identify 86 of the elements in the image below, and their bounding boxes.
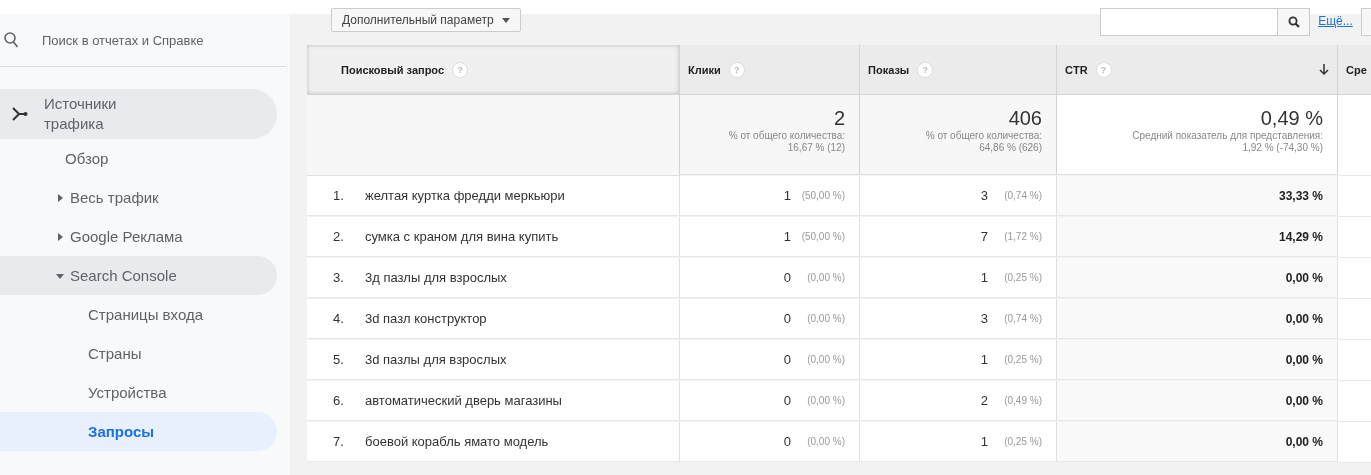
impressions-share: (0,25 %): [1003, 354, 1042, 365]
summary-detail: 64,86 % (626): [979, 142, 1042, 154]
column-header[interactable]: CTR ?: [1057, 45, 1338, 95]
nav-item[interactable]: Search Console: [0, 256, 277, 295]
query-link[interactable]: 3d пазл конструктор: [365, 311, 487, 326]
summary-value: 0,49 %: [1260, 107, 1323, 130]
impressions-share: (1,72 %): [1003, 231, 1042, 242]
nav-item[interactable]: Весь трафик: [0, 178, 277, 217]
clicks-value: 0: [783, 393, 791, 408]
clicks-value: 0: [783, 434, 791, 449]
clicks-value: 1: [783, 229, 791, 244]
nav-item[interactable]: Устройства: [0, 373, 277, 412]
row-number: 6.: [333, 393, 345, 408]
impressions-share: (0,74 %): [1003, 190, 1042, 201]
impressions-value: 3: [980, 188, 988, 203]
search-icon: [4, 32, 18, 48]
ctr-value: 0,00 %: [1285, 270, 1323, 285]
ctr-value: 14,29 %: [1278, 229, 1323, 244]
summary-note: % от общего количества:: [728, 130, 845, 142]
search-button[interactable]: [1277, 9, 1310, 35]
row-number: 3.: [333, 270, 345, 285]
caret-right-icon: [56, 232, 64, 241]
impressions-share: (0,74 %): [1003, 313, 1042, 324]
clicks-value: 0: [783, 352, 791, 367]
nav-item[interactable]: Обзор: [0, 139, 277, 178]
clicks-value: 1: [783, 188, 791, 203]
summary-note: Средний показатель для представления:: [1132, 130, 1323, 142]
caret-right-icon: [56, 193, 64, 202]
caret-down-icon: [501, 17, 510, 23]
impressions-share: (0,25 %): [1003, 272, 1042, 283]
clicks-value: 0: [783, 311, 791, 326]
nav-item[interactable]: Страны: [0, 334, 277, 373]
impressions-value: 1: [980, 434, 988, 449]
query-link[interactable]: сумка с краном для вина купить: [365, 229, 559, 244]
clicks-share: (0,00 %): [806, 354, 845, 365]
impressions-value: 2: [980, 393, 988, 408]
summary-detail: 1,92 % (-74,30 %): [1242, 142, 1323, 154]
impressions-share: (0,25 %): [1003, 436, 1042, 447]
nav-item[interactable]: Google Реклама: [0, 217, 277, 256]
impressions-value: 3: [980, 311, 988, 326]
ctr-value: 0,00 %: [1285, 393, 1323, 408]
toolbar-button[interactable]: [1360, 8, 1371, 36]
column-header[interactable]: Клики ?: [680, 45, 860, 95]
summary-value: 406: [1008, 107, 1042, 130]
impressions-value: 7: [980, 229, 988, 244]
more-link[interactable]: Ещё...: [1318, 14, 1353, 28]
caret-down-icon: [56, 271, 64, 280]
query-link[interactable]: 3d пазлы для взрослых: [365, 352, 507, 367]
query-link[interactable]: боевой корабль ямато модель: [365, 434, 549, 449]
query-link[interactable]: желтая куртка фредди меркьюри: [365, 188, 565, 203]
search-field[interactable]: Поиск в отчетах и Справке: [40, 31, 274, 49]
row-number: 2.: [333, 229, 345, 244]
clicks-share: (0,00 %): [806, 395, 845, 406]
nav-item[interactable]: Страницы входа: [0, 295, 277, 334]
column-header[interactable]: Показы ?: [860, 45, 1057, 95]
query-link[interactable]: 3д пазлы для взрослых: [365, 270, 507, 285]
row-number: 7.: [333, 434, 345, 449]
branch-icon: [12, 107, 28, 121]
ctr-value: 0,00 %: [1285, 434, 1323, 449]
nav-section[interactable]: Источники трафика: [0, 89, 277, 139]
column-header[interactable]: Сре: [1338, 45, 1371, 95]
clicks-share: (50,00 %): [801, 231, 845, 242]
sort-arrow-icon: [1319, 63, 1329, 76]
ctr-value: 33,33 %: [1278, 188, 1323, 203]
column-header[interactable]: Поисковый запрос ?: [307, 45, 680, 95]
impressions-value: 1: [980, 352, 988, 367]
row-number: 4.: [333, 311, 345, 326]
dimension-dropdown[interactable]: Дополнительный параметр: [331, 8, 521, 32]
search-field[interactable]: [1100, 8, 1311, 36]
impressions-share: (0,49 %): [1003, 395, 1042, 406]
query-link[interactable]: автоматический дверь магазины: [365, 393, 562, 408]
clicks-share: (0,00 %): [806, 313, 845, 324]
summary-value: 2: [833, 107, 845, 130]
clicks-share: (0,00 %): [806, 436, 845, 447]
search-icon: [1287, 16, 1300, 28]
ctr-value: 0,00 %: [1285, 311, 1323, 326]
clicks-share: (0,00 %): [806, 272, 845, 283]
ctr-value: 0,00 %: [1285, 352, 1323, 367]
row-number: 5.: [333, 352, 345, 367]
clicks-share: (50,00 %): [801, 190, 845, 201]
nav-item[interactable]: Запросы: [0, 412, 277, 451]
summary-detail: 16,67 % (12): [787, 142, 845, 154]
impressions-value: 1: [980, 270, 988, 285]
summary-note: % от общего количества:: [925, 130, 1042, 142]
clicks-value: 0: [783, 270, 791, 285]
row-number: 1.: [333, 188, 345, 203]
